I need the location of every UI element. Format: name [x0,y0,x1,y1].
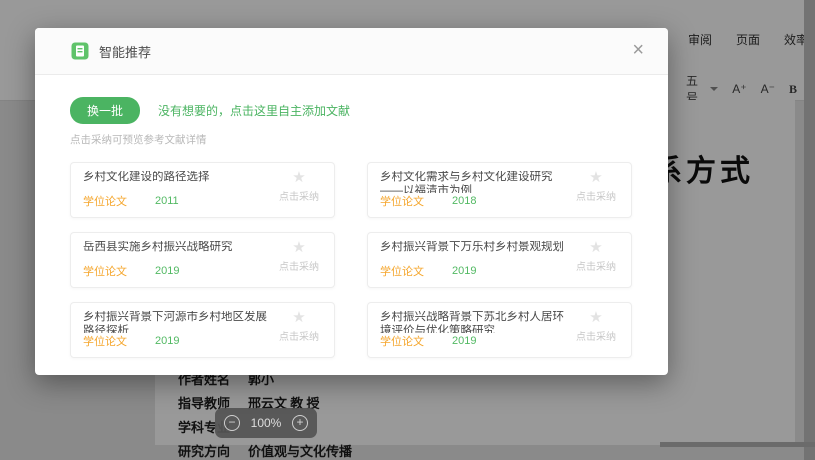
zoom-indicator: − 100% + [215,408,317,438]
card-year: 2019 [452,265,477,277]
card-year: 2011 [155,195,179,207]
card-type-tag: 学位论文 [380,196,424,208]
adopt-button[interactable]: 点击采纳 [569,310,623,343]
card-title: 乡村振兴背景下河源市乡村地区发展路径探析 [83,311,267,333]
recommendation-card[interactable]: 乡村振兴背景下万乐村乡村景观规划 学位论文 2019 点击采纳 [367,232,632,288]
dialog-title: 智能推荐 [99,44,152,60]
adopt-label: 点击采纳 [576,262,616,273]
adopt-label: 点击采纳 [279,192,319,203]
recommendation-card[interactable]: 乡村文化需求与乡村文化建设研究——以福清市为例 学位论文 2018 点击采纳 [367,162,632,218]
close-icon[interactable] [632,40,644,60]
card-type-tag: 学位论文 [380,266,424,278]
adopt-label: 点击采纳 [279,332,319,343]
adopt-button[interactable]: 点击采纳 [272,310,326,343]
recommendation-card[interactable]: 岳西县实施乡村振兴战略研究 学位论文 2019 点击采纳 [70,232,335,288]
card-year: 2018 [452,195,477,207]
card-title: 岳西县实施乡村振兴战略研究 [83,241,233,253]
refresh-batch-button[interactable]: 换一批 [70,97,141,124]
zoom-out-button[interactable]: − [224,415,240,431]
adopt-button[interactable]: 点击采纳 [569,240,623,273]
star-icon [569,310,623,326]
star-icon [272,310,326,326]
card-type-tag: 学位论文 [83,266,127,278]
adopt-label: 点击采纳 [279,262,319,273]
star-icon [272,170,326,186]
smart-recommend-icon [71,42,89,60]
adopt-button[interactable]: 点击采纳 [569,170,623,203]
recommendation-grid: 乡村文化建设的路径选择 学位论文 2011 点击采纳 乡村文化需求与乡村文化建设… [70,162,633,358]
card-year: 2019 [155,265,180,277]
star-icon [569,170,623,186]
zoom-in-button[interactable]: + [291,415,308,431]
card-type-tag: 学位论文 [83,196,127,208]
card-title: 乡村文化建设的路径选择 [83,171,210,183]
recommendation-card[interactable]: 乡村振兴战略背景下苏北乡村人居环境评价与优化策略研究 学位论文 2019 点击采… [367,302,632,358]
recommendation-card[interactable]: 乡村振兴背景下河源市乡村地区发展路径探析 学位论文 2019 点击采纳 [70,302,335,358]
card-type-tag: 学位论文 [380,336,424,348]
star-icon [272,240,326,256]
dialog-header: 智能推荐 [35,28,668,75]
recommendation-card[interactable]: 乡村文化建设的路径选择 学位论文 2011 点击采纳 [70,162,335,218]
card-year: 2019 [155,335,180,347]
action-row: 换一批 没有想要的，点击这里自主添加文献 [70,97,633,124]
adopt-button[interactable]: 点击采纳 [272,240,326,273]
smart-recommend-dialog: 智能推荐 换一批 没有想要的，点击这里自主添加文献 点击采纳可预览参考文献详情 … [35,28,668,375]
zoom-level: 100% [250,416,282,430]
adopt-hint: 点击采纳可预览参考文献详情 [70,134,207,146]
card-title: 乡村文化需求与乡村文化建设研究——以福清市为例 [380,171,553,193]
add-literature-link[interactable]: 没有想要的，点击这里自主添加文献 [158,102,350,119]
card-type-tag: 学位论文 [83,336,127,348]
star-icon [569,240,623,256]
card-title: 乡村振兴战略背景下苏北乡村人居环境评价与优化策略研究 [380,311,564,333]
adopt-label: 点击采纳 [576,192,616,203]
card-title: 乡村振兴背景下万乐村乡村景观规划 [380,241,564,253]
dialog-body: 换一批 没有想要的，点击这里自主添加文献 点击采纳可预览参考文献详情 乡村文化建… [35,75,668,358]
adopt-button[interactable]: 点击采纳 [272,170,326,203]
adopt-label: 点击采纳 [576,332,616,343]
card-year: 2019 [452,335,477,347]
screen: 审阅 页面 效率 五号 A⁺ A⁻ B I 系方式 作者姓名 郭小 指导教师 邢… [0,0,815,460]
